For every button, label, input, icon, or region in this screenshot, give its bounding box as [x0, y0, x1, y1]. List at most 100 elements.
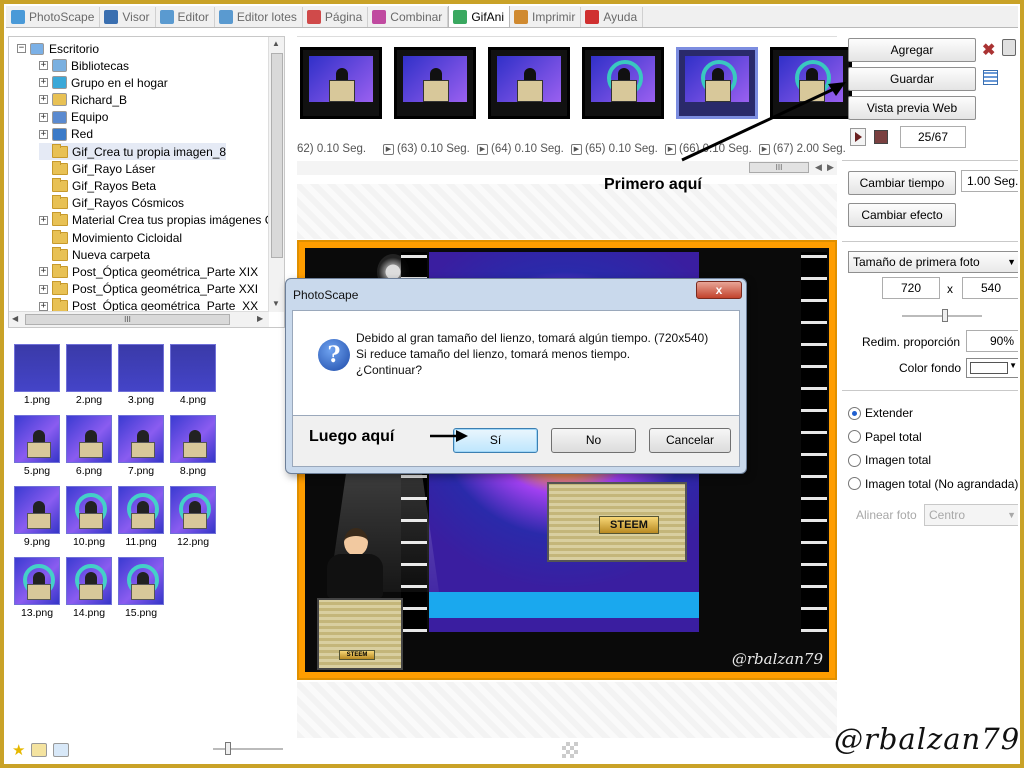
folder-tree[interactable]: − Escritorio + Bibliotecas + Grupo en el ho…	[8, 36, 285, 328]
tree-root[interactable]: − Escritorio	[17, 40, 99, 57]
radio-button[interactable]	[848, 477, 861, 490]
thumbnail-size-slider[interactable]	[213, 742, 283, 755]
animation-frame[interactable]	[488, 47, 570, 119]
tree-item[interactable]: + Equipo	[39, 109, 108, 126]
tree-item[interactable]: + Material Crea tus propias imágenes G	[39, 212, 274, 229]
width-field[interactable]: 720	[882, 277, 940, 299]
radio-button[interactable]	[848, 453, 861, 467]
web-preview-button[interactable]: Vista previa Web	[848, 96, 976, 120]
expand-icon[interactable]: +	[39, 301, 48, 311]
tab-ayuda[interactable]: Ayuda	[581, 7, 644, 27]
time-field[interactable]: 1.00 Seg.	[961, 170, 1018, 192]
scroll-left-icon[interactable]: ◀	[12, 314, 18, 323]
tree-item[interactable]: + Bibliotecas	[39, 57, 129, 74]
radio-button[interactable]	[848, 406, 861, 420]
frame-filmstrip[interactable]: 62) 0.10 Seg. ▶ (63) 0.10 Seg. ▶ (64) 0.10 S…	[297, 36, 852, 176]
play-button[interactable]	[850, 128, 866, 146]
thumbnail-item[interactable]: 11.png	[116, 486, 166, 548]
fit-option[interactable]: Imagen total (No agrandada)	[848, 477, 1018, 491]
delete-icon[interactable]: ✖	[982, 40, 995, 60]
tree-item[interactable]: + Post_Óptica geométrica_Parte XIX	[39, 263, 258, 280]
stop-icon[interactable]	[874, 130, 888, 144]
tree-item[interactable]: + Grupo en el hogar	[39, 74, 168, 91]
radio-button[interactable]	[848, 430, 861, 443]
slider-knob[interactable]	[225, 742, 231, 755]
no-button[interactable]: No	[551, 428, 636, 453]
height-field[interactable]: 540	[962, 277, 1018, 299]
cancel-button[interactable]: Cancelar	[649, 428, 731, 453]
thumbnail-item[interactable]: 1.png	[12, 344, 62, 406]
trash-icon[interactable]	[1002, 39, 1016, 56]
tree-item[interactable]: +Gif_Rayos Beta	[39, 177, 156, 194]
expand-icon[interactable]: +	[39, 61, 48, 70]
bg-color-picker[interactable]: ▼	[966, 358, 1018, 378]
scroll-right-icon[interactable]: ▶	[827, 162, 834, 173]
fit-option[interactable]: Extender	[848, 406, 913, 420]
tree-item[interactable]: +Gif_Crea tu propia imagen_8	[39, 143, 227, 160]
favorite-star-icon[interactable]: ★	[12, 741, 25, 759]
list-icon[interactable]	[983, 70, 998, 85]
scroll-thumb[interactable]	[271, 53, 283, 258]
scroll-left-icon[interactable]: ◀	[815, 162, 822, 173]
scroll-down-icon[interactable]: ▼	[272, 299, 280, 308]
thumbnail-item[interactable]: 6.png	[64, 415, 114, 477]
tree-item[interactable]: +Gif_Rayo Láser	[39, 160, 155, 177]
tree-vertical-scrollbar[interactable]: ▲ ▼	[268, 37, 284, 312]
refresh-icon[interactable]	[31, 743, 48, 757]
filmstrip-scrollbar[interactable]: III ◀ ▶	[297, 161, 837, 175]
thumbnail-item[interactable]: 5.png	[12, 415, 62, 477]
dialog-close-button[interactable]: x	[696, 281, 742, 299]
tab-editor[interactable]: Editor	[156, 7, 215, 27]
tree-item[interactable]: + Red	[39, 126, 93, 143]
tree-horizontal-scrollbar[interactable]: ◀ III ▶	[9, 311, 269, 327]
tab-visor[interactable]: Visor	[100, 7, 156, 27]
collapse-icon[interactable]: −	[17, 44, 26, 53]
expand-icon[interactable]: +	[39, 215, 48, 225]
scroll-thumb[interactable]: III	[25, 314, 230, 325]
tree-item[interactable]: +Gif_Rayos Cósmicos	[39, 195, 184, 212]
scroll-thumb[interactable]: III	[749, 162, 809, 173]
tree-item[interactable]: +Movimiento Cicloidal	[39, 229, 182, 246]
expand-icon[interactable]: +	[39, 95, 48, 105]
save-button[interactable]: Guardar	[848, 67, 976, 91]
tab-photoscape[interactable]: PhotoScape	[7, 7, 101, 27]
expand-icon[interactable]: +	[39, 284, 48, 294]
tree-item[interactable]: +Nueva carpeta	[39, 246, 150, 263]
thumbnail-item[interactable]: 10.png	[64, 486, 114, 548]
change-time-button[interactable]: Cambiar tiempo	[848, 171, 956, 195]
thumbnail-item[interactable]: 14.png	[64, 557, 114, 619]
tab-combinar[interactable]: Combinar	[368, 7, 449, 27]
thumbnail-item[interactable]: 3.png	[116, 344, 166, 406]
play-icon[interactable]: ▶	[383, 143, 394, 155]
yes-button[interactable]: Sí	[453, 428, 538, 453]
change-effect-button[interactable]: Cambiar efecto	[848, 203, 956, 227]
size-slider[interactable]	[902, 309, 982, 322]
tree-item[interactable]: + Post_Óptica geométrica_Parte XXI	[39, 281, 258, 298]
open-folder-icon[interactable]	[53, 743, 70, 757]
thumbnail-item[interactable]: 7.png	[116, 415, 166, 477]
play-icon[interactable]: ▶	[665, 143, 676, 155]
play-icon[interactable]: ▶	[571, 143, 582, 155]
slider-knob[interactable]	[942, 309, 948, 322]
scroll-up-icon[interactable]: ▲	[272, 39, 280, 48]
fit-option[interactable]: Papel total	[848, 430, 922, 444]
resize-ratio-field[interactable]: 90%	[966, 330, 1018, 352]
add-button[interactable]: Agregar	[848, 38, 976, 62]
canvas-size-select[interactable]: Tamaño de primera foto ▼	[848, 251, 1018, 273]
expand-icon[interactable]: +	[39, 129, 48, 139]
fit-option[interactable]: Imagen total	[848, 453, 931, 467]
expand-icon[interactable]: +	[39, 112, 48, 122]
tab-imprimir[interactable]: Imprimir	[510, 7, 582, 27]
thumbnail-item[interactable]: 12.png	[168, 486, 218, 548]
animation-frame[interactable]	[770, 47, 852, 119]
thumbnail-item[interactable]: 4.png	[168, 344, 218, 406]
animation-frame[interactable]	[582, 47, 664, 119]
tab-página[interactable]: Página	[303, 7, 369, 27]
play-icon[interactable]: ▶	[759, 143, 770, 155]
tab-editor-lotes[interactable]: Editor lotes	[215, 7, 303, 27]
checkerboard-icon[interactable]	[562, 742, 578, 758]
thumbnail-item[interactable]: 13.png	[12, 557, 62, 619]
expand-icon[interactable]: +	[39, 78, 48, 88]
thumbnail-item[interactable]: 2.png	[64, 344, 114, 406]
scroll-right-icon[interactable]: ▶	[257, 314, 263, 323]
